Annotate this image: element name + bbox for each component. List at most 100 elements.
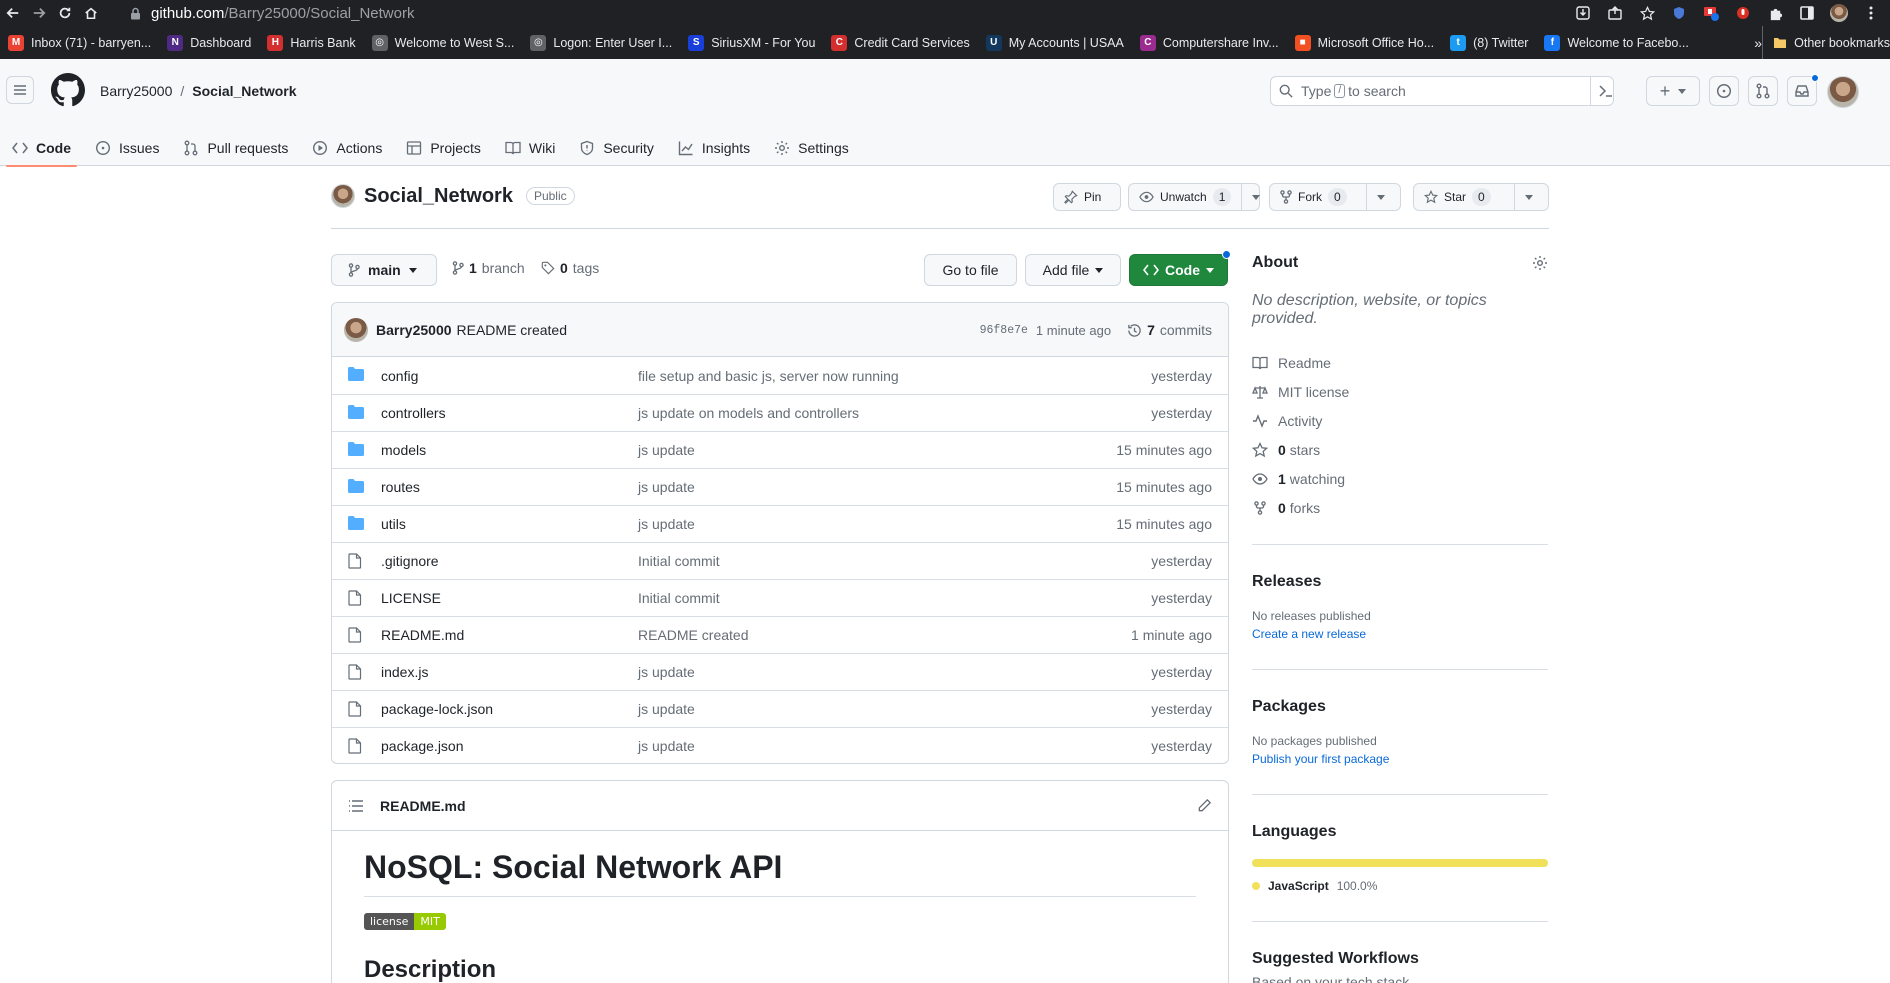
tab-wiki[interactable]: Wiki — [493, 129, 567, 166]
file-commit-message[interactable]: README created — [638, 627, 748, 643]
readme-filename[interactable]: README.md — [380, 798, 466, 814]
bookmark-item[interactable]: f Welcome to Facebo... — [1536, 26, 1696, 59]
gear-icon[interactable] — [1532, 255, 1548, 271]
branch-select-button[interactable]: main — [331, 254, 437, 286]
bookmark-item[interactable]: C Credit Card Services — [823, 26, 977, 59]
tab-issues[interactable]: Issues — [83, 129, 171, 166]
extension-shield-icon[interactable] — [1670, 4, 1688, 22]
command-palette-button[interactable] — [1590, 76, 1620, 106]
bookmark-star-icon[interactable] — [1638, 4, 1656, 22]
reload-icon[interactable] — [52, 0, 78, 26]
bookmark-item[interactable]: t (8) Twitter — [1442, 26, 1536, 59]
address-bar[interactable]: github.com/Barry25000/Social_Network — [130, 1, 1550, 25]
avatar[interactable] — [1827, 76, 1859, 108]
tab-security[interactable]: Security — [567, 129, 666, 166]
issues-button[interactable] — [1709, 76, 1739, 106]
file-commit-message[interactable]: Initial commit — [638, 553, 720, 569]
bookmark-item[interactable]: H Harris Bank — [259, 26, 363, 59]
bookmark-item[interactable]: M Inbox (71) - barryen... — [0, 26, 159, 59]
pencil-icon[interactable] — [1197, 798, 1212, 813]
star-dropdown[interactable] — [1514, 184, 1543, 210]
file-commit-message[interactable]: js update — [638, 516, 695, 532]
watching-link[interactable]: 1 watching — [1252, 464, 1548, 493]
file-commit-message[interactable]: js update — [638, 701, 695, 717]
commit-history-link[interactable]: 7 commits — [1127, 322, 1212, 338]
file-commit-message[interactable]: Initial commit — [638, 590, 720, 606]
file-name-link[interactable]: .gitignore — [381, 553, 439, 569]
bookmark-item[interactable]: N Dashboard — [159, 26, 259, 59]
github-logo-icon[interactable] — [51, 73, 85, 107]
share-icon[interactable] — [1606, 4, 1624, 22]
commit-message[interactable]: README created — [457, 322, 567, 338]
tab-pull-requests[interactable]: Pull requests — [171, 129, 300, 166]
create-new-button[interactable]: + — [1646, 76, 1700, 106]
extensions-puzzle-icon[interactable] — [1766, 4, 1784, 22]
back-icon[interactable] — [0, 0, 26, 26]
file-name-link[interactable]: index.js — [381, 664, 428, 680]
commit-author[interactable]: Barry25000 — [376, 322, 452, 338]
tab-insights[interactable]: Insights — [666, 129, 762, 166]
extension-red-icon[interactable] — [1734, 4, 1752, 22]
pull-requests-button[interactable] — [1748, 76, 1778, 106]
create-release-link[interactable]: Create a new release — [1252, 627, 1548, 641]
unwatch-button[interactable]: Unwatch 1 — [1128, 183, 1261, 211]
language-item[interactable]: JavaScript 100.0% — [1252, 879, 1548, 893]
file-commit-message[interactable]: js update — [638, 442, 695, 458]
releases-heading[interactable]: Releases — [1252, 573, 1548, 591]
bookmarks-overflow-button[interactable]: » — [1754, 26, 1762, 59]
home-icon[interactable] — [78, 0, 104, 26]
star-button[interactable]: Star 0 — [1413, 183, 1549, 211]
file-commit-message[interactable]: js update — [638, 664, 695, 680]
profile-avatar-icon[interactable] — [1830, 4, 1848, 22]
file-commit-message[interactable]: js update — [638, 479, 695, 495]
tab-projects[interactable]: Projects — [394, 129, 493, 166]
file-name-link[interactable]: controllers — [381, 405, 446, 421]
bookmark-item[interactable]: S SiriusXM - For You — [680, 26, 823, 59]
pin-button[interactable]: Pin — [1053, 183, 1121, 211]
file-name-link[interactable]: models — [381, 442, 426, 458]
repo-name[interactable]: Social_Network — [364, 185, 513, 208]
license-link[interactable]: MIT license — [1252, 377, 1548, 406]
repo-link[interactable]: Social_Network — [192, 83, 296, 99]
list-icon[interactable] — [348, 799, 364, 813]
activity-link[interactable]: Activity — [1252, 406, 1548, 435]
tags-link[interactable]: 0 tags — [541, 260, 599, 276]
tab-code[interactable]: Code — [0, 129, 83, 167]
search-input[interactable]: Type / to search — [1270, 76, 1614, 106]
owner-link[interactable]: Barry25000 — [100, 83, 172, 99]
tab-settings[interactable]: Settings — [762, 129, 861, 166]
bookmark-item[interactable]: U My Accounts | USAA — [978, 26, 1132, 59]
file-name-link[interactable]: utils — [381, 516, 406, 532]
unwatch-dropdown[interactable] — [1241, 184, 1270, 210]
file-name-link[interactable]: routes — [381, 479, 420, 495]
file-name-link[interactable]: LICENSE — [381, 590, 441, 606]
fork-button[interactable]: Fork 0 — [1269, 183, 1401, 211]
publish-package-link[interactable]: Publish your first package — [1252, 752, 1548, 766]
stars-link[interactable]: 0 stars — [1252, 435, 1548, 464]
forward-icon[interactable] — [26, 0, 52, 26]
go-to-file-button[interactable]: Go to file — [924, 254, 1017, 286]
packages-heading[interactable]: Packages — [1252, 698, 1548, 716]
commit-sha[interactable]: 96f8e7e — [980, 324, 1028, 337]
global-menu-button[interactable] — [6, 76, 34, 104]
file-name-link[interactable]: package-lock.json — [381, 701, 493, 717]
fork-dropdown[interactable] — [1366, 184, 1395, 210]
file-name-link[interactable]: config — [381, 368, 418, 384]
browser-menu-icon[interactable] — [1862, 4, 1880, 22]
branches-link[interactable]: 1 branch — [452, 260, 525, 276]
extension-flag-icon[interactable] — [1702, 4, 1720, 22]
tab-actions[interactable]: Actions — [300, 129, 394, 166]
add-file-button[interactable]: Add file — [1025, 254, 1121, 286]
other-bookmarks-folder[interactable]: Other bookmarks — [1762, 26, 1890, 59]
file-name-link[interactable]: README.md — [381, 627, 464, 643]
bookmark-item[interactable]: ■ Microsoft Office Ho... — [1287, 26, 1442, 59]
commit-author-avatar[interactable] — [344, 317, 368, 342]
file-commit-message[interactable]: js update — [638, 738, 695, 754]
owner-avatar[interactable] — [331, 184, 355, 208]
file-name-link[interactable]: package.json — [381, 738, 464, 754]
code-button[interactable]: Code — [1129, 254, 1228, 286]
forks-link[interactable]: 0 forks — [1252, 493, 1548, 522]
install-app-icon[interactable] — [1574, 4, 1592, 22]
bookmark-item[interactable]: ◎ Logon: Enter User I... — [522, 26, 680, 59]
file-commit-message[interactable]: js update on models and controllers — [638, 405, 859, 421]
